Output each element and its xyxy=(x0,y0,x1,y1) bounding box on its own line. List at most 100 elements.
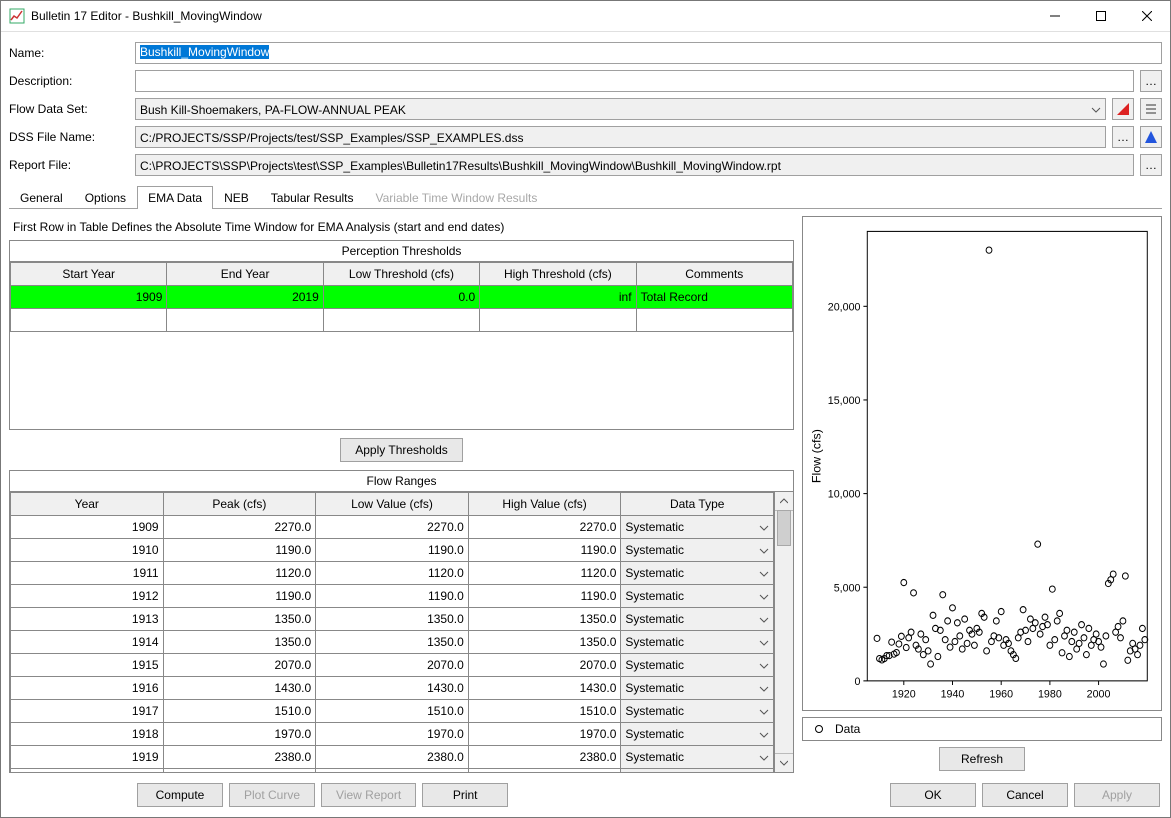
data-type-dropdown[interactable]: Systematic xyxy=(621,654,773,676)
data-type-dropdown[interactable]: Systematic xyxy=(621,700,773,722)
minimize-icon xyxy=(1050,11,1060,21)
column-header[interactable]: Low Threshold (cfs) xyxy=(323,263,479,286)
description-field[interactable] xyxy=(135,70,1134,92)
scroll-thumb[interactable] xyxy=(777,510,791,546)
table-row[interactable]: 19101190.01190.01190.0Systematic xyxy=(11,539,774,562)
column-header[interactable]: Start Year xyxy=(11,263,167,286)
svg-text:Flow (cfs): Flow (cfs) xyxy=(810,429,824,483)
svg-text:10,000: 10,000 xyxy=(828,488,861,500)
chart: 05,00010,00015,00020,0001920194019601980… xyxy=(802,216,1162,711)
flow-data-set-dropdown[interactable]: Bush Kill-Shoemakers, PA-FLOW-ANNUAL PEA… xyxy=(135,98,1106,120)
chevron-down-icon xyxy=(759,681,769,695)
table-row[interactable]: 19131350.01350.01350.0Systematic xyxy=(11,608,774,631)
flow-data-set-label: Flow Data Set: xyxy=(9,102,129,116)
table-row[interactable]: 19192380.02380.02380.0Systematic xyxy=(11,746,774,769)
tab-neb[interactable]: NEB xyxy=(213,186,260,209)
maximize-button[interactable] xyxy=(1078,1,1124,31)
table-row[interactable] xyxy=(11,309,793,332)
chevron-down-icon xyxy=(759,543,769,557)
data-type-dropdown[interactable]: Systematic xyxy=(621,562,773,584)
column-header[interactable]: High Value (cfs) xyxy=(468,493,621,516)
chevron-down-icon xyxy=(759,727,769,741)
tab-options[interactable]: Options xyxy=(74,186,137,209)
blue-triangle-icon xyxy=(1143,129,1159,145)
svg-text:15,000: 15,000 xyxy=(828,395,861,407)
cancel-button[interactable]: Cancel xyxy=(982,783,1068,807)
chevron-down-icon xyxy=(1091,100,1101,118)
perception-thresholds-table[interactable]: Start YearEnd YearLow Threshold (cfs)Hig… xyxy=(10,262,793,332)
flow-list-button[interactable] xyxy=(1140,98,1162,120)
table-row[interactable]: 19171510.01510.01510.0Systematic xyxy=(11,700,774,723)
flow-red-button[interactable] xyxy=(1112,98,1134,120)
chevron-down-icon xyxy=(759,589,769,603)
column-header[interactable]: Year xyxy=(11,493,164,516)
data-type-dropdown[interactable]: Systematic xyxy=(621,585,773,607)
report-file-field[interactable]: C:\PROJECTS\SSP\Projects\test\SSP_Exampl… xyxy=(135,154,1134,176)
dss-blue-button[interactable] xyxy=(1140,126,1162,148)
data-type-dropdown[interactable]: Systematic xyxy=(621,769,773,772)
column-header[interactable]: High Threshold (cfs) xyxy=(480,263,636,286)
name-field[interactable]: Bushkill_MovingWindow xyxy=(135,42,1162,64)
data-type-dropdown[interactable]: Systematic xyxy=(621,608,773,630)
svg-text:2000: 2000 xyxy=(1087,688,1111,700)
apply-button[interactable]: Apply xyxy=(1074,783,1160,807)
data-type-dropdown[interactable]: Systematic xyxy=(621,723,773,745)
table-row[interactable]: 19111120.01120.01120.0Systematic xyxy=(11,562,774,585)
print-button[interactable]: Print xyxy=(422,783,508,807)
report-file-label: Report File: xyxy=(9,158,129,172)
list-icon xyxy=(1143,101,1159,117)
column-header[interactable]: Comments xyxy=(636,263,792,286)
table-row[interactable]: 19092270.02270.02270.0Systematic xyxy=(11,516,774,539)
tab-general[interactable]: General xyxy=(9,186,74,209)
window-title: Bulletin 17 Editor - Bushkill_MovingWind… xyxy=(31,9,1032,23)
flow-ranges-table[interactable]: YearPeak (cfs)Low Value (cfs)High Value … xyxy=(10,492,774,772)
ellipsis-icon: … xyxy=(1145,158,1157,172)
description-browse-button[interactable]: … xyxy=(1140,70,1162,92)
svg-text:5,000: 5,000 xyxy=(834,582,861,594)
ok-button[interactable]: OK xyxy=(890,783,976,807)
minimize-button[interactable] xyxy=(1032,1,1078,31)
apply-thresholds-button[interactable]: Apply Thresholds xyxy=(340,438,463,462)
tab-bar: GeneralOptionsEMA DataNEBTabular Results… xyxy=(1,186,1170,209)
ellipsis-icon: … xyxy=(1145,74,1157,88)
flow-table-scrollbar[interactable] xyxy=(774,492,793,772)
chart-legend: Data xyxy=(802,717,1162,741)
table-row[interactable]: 19205250.05250.05250.0Systematic xyxy=(11,769,774,773)
table-row[interactable]: 19121190.01190.01190.0Systematic xyxy=(11,585,774,608)
data-type-dropdown[interactable]: Systematic xyxy=(621,539,773,561)
tab-tabular-results[interactable]: Tabular Results xyxy=(260,186,365,209)
dss-browse-button[interactable]: … xyxy=(1112,126,1134,148)
legend-marker-icon xyxy=(811,723,827,735)
table-row[interactable]: 19141350.01350.01350.0Systematic xyxy=(11,631,774,654)
plot-curve-button[interactable]: Plot Curve xyxy=(229,783,315,807)
tab-variable-time-window-results: Variable Time Window Results xyxy=(365,186,549,209)
compute-button[interactable]: Compute xyxy=(137,783,223,807)
close-button[interactable] xyxy=(1124,1,1170,31)
svg-text:1940: 1940 xyxy=(941,688,965,700)
tab-ema-data[interactable]: EMA Data xyxy=(137,186,213,209)
svg-text:0: 0 xyxy=(855,676,861,688)
table-row[interactable]: 19181970.01970.01970.0Systematic xyxy=(11,723,774,746)
data-type-dropdown[interactable]: Systematic xyxy=(621,631,773,653)
column-header[interactable]: End Year xyxy=(167,263,323,286)
data-type-dropdown[interactable]: Systematic xyxy=(621,516,773,538)
perception-thresholds-title: Perception Thresholds xyxy=(10,241,793,262)
data-type-dropdown[interactable]: Systematic xyxy=(621,746,773,768)
data-type-dropdown[interactable]: Systematic xyxy=(621,677,773,699)
table-row[interactable]: 19161430.01430.01430.0Systematic xyxy=(11,677,774,700)
name-label: Name: xyxy=(9,46,129,60)
report-browse-button[interactable]: … xyxy=(1140,154,1162,176)
table-row[interactable]: 1909 2019 0.0 inf Total Record xyxy=(11,286,793,309)
column-header[interactable]: Low Value (cfs) xyxy=(316,493,469,516)
scroll-down-icon[interactable] xyxy=(775,753,793,772)
legend-label: Data xyxy=(835,722,860,736)
scroll-up-icon[interactable] xyxy=(775,492,793,511)
chevron-down-icon xyxy=(759,520,769,534)
dss-file-field[interactable]: C:/PROJECTS/SSP/Projects/test/SSP_Exampl… xyxy=(135,126,1106,148)
app-window: Bulletin 17 Editor - Bushkill_MovingWind… xyxy=(0,0,1171,818)
table-row[interactable]: 19152070.02070.02070.0Systematic xyxy=(11,654,774,677)
column-header[interactable]: Data Type xyxy=(621,493,774,516)
refresh-button[interactable]: Refresh xyxy=(939,747,1025,771)
view-report-button[interactable]: View Report xyxy=(321,783,416,807)
column-header[interactable]: Peak (cfs) xyxy=(163,493,316,516)
